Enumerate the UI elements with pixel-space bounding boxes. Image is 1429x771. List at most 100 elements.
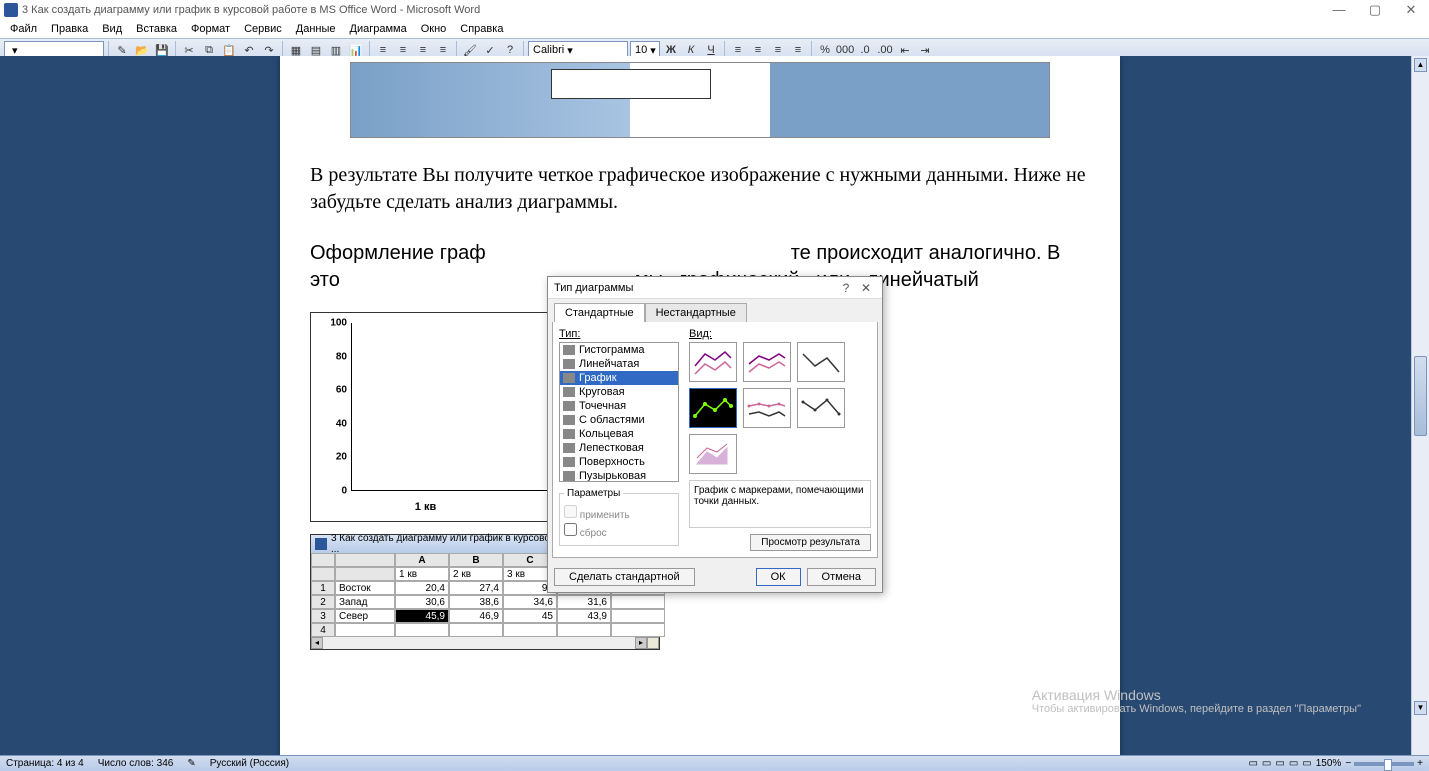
row-label[interactable]: Север (335, 609, 395, 623)
tab-standard[interactable]: Стандартные (554, 303, 645, 322)
status-language[interactable]: Русский (Россия) (210, 758, 289, 769)
dialog-body: Тип: Гистограмма Линейчатая График Круго… (552, 322, 878, 558)
cell[interactable] (449, 623, 503, 637)
type-histogram[interactable]: Гистограмма (560, 343, 678, 357)
dialog-help-icon[interactable]: ? (836, 281, 856, 295)
type-bubble[interactable]: Пузырьковая (560, 469, 678, 482)
row-number[interactable]: 1 (311, 581, 335, 595)
zoom-level[interactable]: 150% (1316, 758, 1342, 769)
quarter-header[interactable]: 1 кв (395, 567, 449, 581)
status-page[interactable]: Страница: 4 из 4 (6, 758, 84, 769)
column-header[interactable]: B (449, 553, 503, 567)
view-web-icon[interactable]: ▭ (1275, 758, 1284, 769)
minimize-button[interactable]: — (1325, 2, 1353, 18)
zoom-slider[interactable]: − + (1345, 758, 1423, 769)
type-bar[interactable]: Линейчатая (560, 357, 678, 371)
maximize-button[interactable]: ▢ (1361, 2, 1389, 18)
zoom-out-icon[interactable]: − (1345, 758, 1351, 769)
cell[interactable]: 30,6 (395, 595, 449, 609)
row-label[interactable] (335, 623, 395, 637)
make-standard-button[interactable]: Сделать стандартной (554, 568, 695, 586)
type-scatter[interactable]: Точечная (560, 399, 678, 413)
menu-view[interactable]: Вид (96, 22, 128, 36)
row-number[interactable]: 3 (311, 609, 335, 623)
subtype-1[interactable] (689, 342, 737, 382)
status-spellcheck-icon[interactable]: ✎ (187, 758, 195, 769)
subtype-3[interactable] (797, 342, 845, 382)
column-header[interactable] (335, 553, 395, 567)
subtype-5[interactable] (743, 388, 791, 428)
cell[interactable]: 43,9 (557, 609, 611, 623)
datasheet-scrollbar[interactable]: ◂▸ (311, 637, 659, 649)
menu-insert[interactable]: Вставка (130, 22, 183, 36)
subtype-7[interactable] (689, 434, 737, 474)
menu-window[interactable]: Окно (415, 22, 453, 36)
datasheet-icon (315, 538, 327, 550)
type-radar[interactable]: Лепестковая (560, 441, 678, 455)
paragraph-1: В результате Вы получите четкое графичес… (310, 162, 1090, 216)
cell[interactable]: 45,9 (395, 609, 449, 623)
type-pie[interactable]: Круговая (560, 385, 678, 399)
dialog-close-icon[interactable]: ✕ (856, 281, 876, 295)
quarter-header[interactable] (311, 567, 335, 581)
reset-checkbox[interactable]: сброс (564, 523, 674, 539)
cell[interactable]: 31,6 (557, 595, 611, 609)
cell[interactable]: 34,6 (503, 595, 557, 609)
subtype-2[interactable] (743, 342, 791, 382)
statusbar: Страница: 4 из 4 Число слов: 346 ✎ Русск… (0, 755, 1429, 771)
type-surface[interactable]: Поверхность (560, 455, 678, 469)
cell[interactable]: 27,4 (449, 581, 503, 595)
vertical-scrollbar[interactable]: ▲ ▼ (1411, 56, 1429, 755)
menu-file[interactable]: Файл (4, 22, 43, 36)
cell[interactable] (611, 609, 665, 623)
subtype-6[interactable] (797, 388, 845, 428)
cell[interactable] (611, 595, 665, 609)
cell[interactable] (557, 623, 611, 637)
window-title: 3 Как создать диаграмму или график в кур… (22, 4, 480, 16)
ok-button[interactable]: ОК (756, 568, 801, 586)
scroll-up-icon[interactable]: ▲ (1414, 58, 1427, 72)
surface-icon (563, 457, 575, 467)
tab-custom[interactable]: Нестандартные (645, 303, 747, 322)
row-number[interactable]: 4 (311, 623, 335, 637)
menu-tools[interactable]: Сервис (238, 22, 288, 36)
row-number[interactable]: 2 (311, 595, 335, 609)
column-header[interactable] (311, 553, 335, 567)
status-wordcount[interactable]: Число слов: 346 (98, 758, 174, 769)
cell[interactable]: 45 (503, 609, 557, 623)
quarter-header[interactable] (335, 567, 395, 581)
menu-data[interactable]: Данные (290, 22, 342, 36)
column-header[interactable]: A (395, 553, 449, 567)
cell[interactable] (611, 623, 665, 637)
view-outline-icon[interactable]: ▭ (1289, 758, 1298, 769)
cell[interactable] (395, 623, 449, 637)
cell[interactable]: 46,9 (449, 609, 503, 623)
zoom-in-icon[interactable]: + (1417, 758, 1423, 769)
type-area[interactable]: С областями (560, 413, 678, 427)
cell[interactable]: 20,4 (395, 581, 449, 595)
cell[interactable] (503, 623, 557, 637)
row-label[interactable]: Восток (335, 581, 395, 595)
chart-type-list[interactable]: Гистограмма Линейчатая График Круговая Т… (559, 342, 679, 482)
cell[interactable]: 38,6 (449, 595, 503, 609)
menu-help[interactable]: Справка (454, 22, 509, 36)
chart-type-dialog: Тип диаграммы ? ✕ Стандартные Нестандарт… (547, 276, 883, 593)
scroll-thumb[interactable] (1414, 356, 1427, 436)
subtype-4[interactable] (689, 388, 737, 428)
cancel-button[interactable]: Отмена (807, 568, 876, 586)
menu-edit[interactable]: Правка (45, 22, 94, 36)
close-button[interactable]: ✕ (1397, 2, 1425, 18)
menu-format[interactable]: Формат (185, 22, 236, 36)
apply-checkbox: применить (564, 505, 674, 521)
type-doughnut[interactable]: Кольцевая (560, 427, 678, 441)
preview-button[interactable]: Просмотр результата (750, 534, 871, 551)
scroll-down-icon[interactable]: ▼ (1414, 701, 1427, 715)
quarter-header[interactable]: 2 кв (449, 567, 503, 581)
view-reading-icon[interactable]: ▭ (1262, 758, 1271, 769)
row-label[interactable]: Запад (335, 595, 395, 609)
type-line[interactable]: График (560, 371, 678, 385)
view-print-layout-icon[interactable]: ▭ (1248, 758, 1257, 769)
menu-chart[interactable]: Диаграмма (344, 22, 413, 36)
view-draft-icon[interactable]: ▭ (1302, 758, 1311, 769)
dialog-titlebar[interactable]: Тип диаграммы ? ✕ (548, 277, 882, 299)
